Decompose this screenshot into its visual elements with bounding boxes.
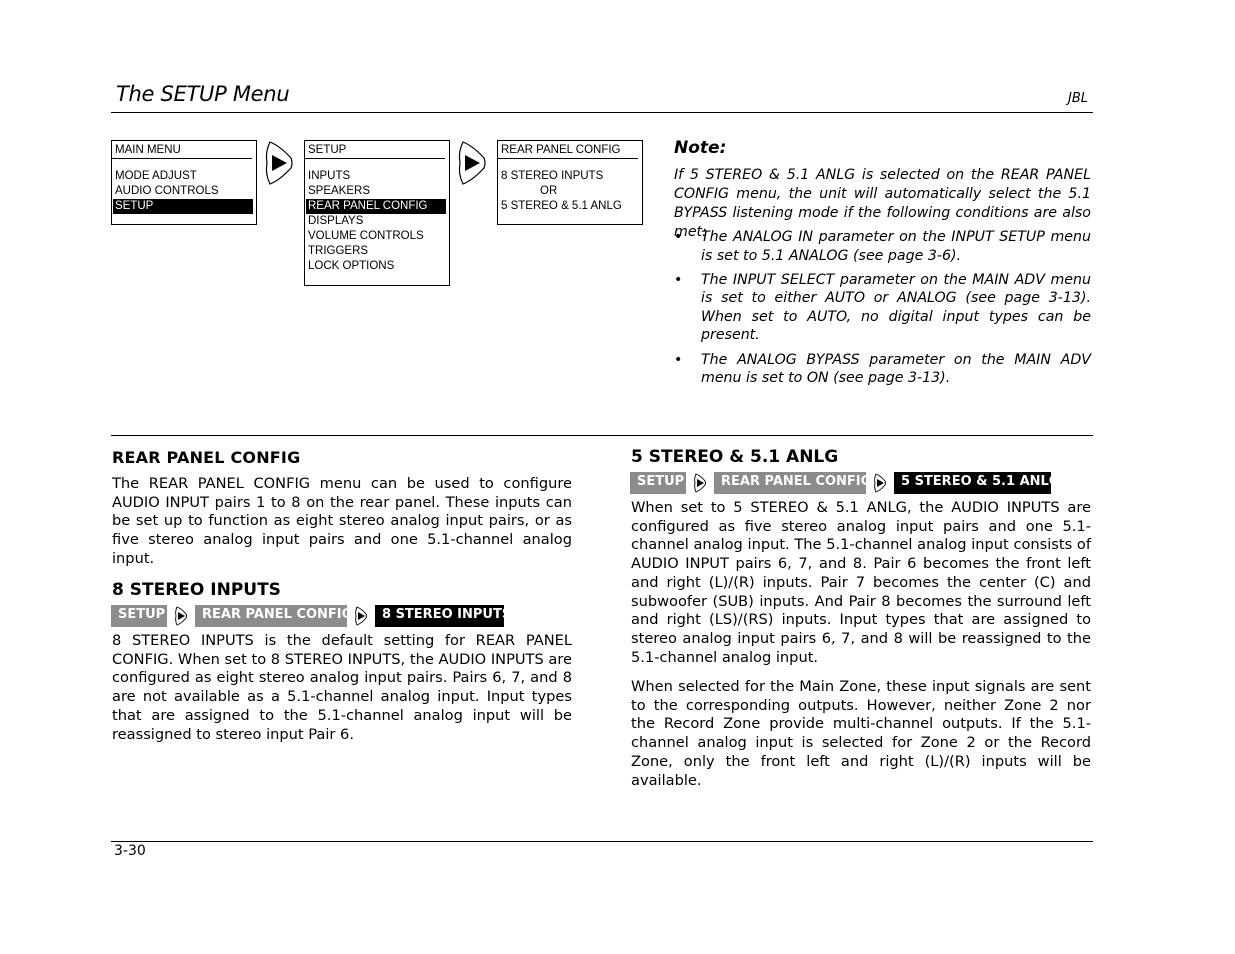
page-title: The SETUP Menu: [116, 82, 290, 106]
footer-rule: [111, 841, 1093, 842]
menu-header: SETUP: [305, 141, 445, 159]
bullet-icon: •: [674, 271, 683, 288]
menu-item-displays[interactable]: DISPLAYS: [305, 214, 446, 229]
menu-box-main: MAIN MENU MODE ADJUST AUDIO CONTROLS SET…: [111, 140, 257, 225]
breadcrumb-setup[interactable]: SETUP: [630, 472, 686, 494]
stereo5-body-1: When set to 5 STEREO & 5.1 ANLG, the AUD…: [631, 499, 1091, 666]
menu-header: MAIN MENU: [112, 141, 252, 159]
note-bullet-text: The ANALOG IN parameter on the INPUT SET…: [701, 229, 1091, 264]
bullet-icon: •: [674, 351, 683, 368]
stereo8-body: 8 STEREO INPUTS is the default setting f…: [112, 632, 572, 743]
breadcrumb-separator: [866, 472, 894, 494]
note-bullet: • The ANALOG BYPASS parameter on the MAIN…: [674, 351, 1091, 388]
menu-item-inputs[interactable]: INPUTS: [305, 169, 446, 184]
menu-item-volume-controls[interactable]: VOLUME CONTROLS: [305, 229, 446, 244]
note-bullet-text: The INPUT SELECT parameter on the MAIN A…: [701, 271, 1091, 344]
right-arrow-icon: [694, 473, 706, 493]
section-rule: [111, 435, 1093, 436]
menu-item-5-stereo-51-anlg[interactable]: 5 STEREO & 5.1 ANLG: [498, 199, 639, 214]
breadcrumb-5-stereo-51-anlg[interactable]: 5 STEREO & 5.1 ANLG: [894, 472, 1059, 494]
right-arrow-icon: [355, 606, 367, 626]
menu-item-triggers[interactable]: TRIGGERS: [305, 244, 446, 259]
menu-item-mode-adjust[interactable]: MODE ADJUST: [112, 169, 253, 184]
menu-item-speakers[interactable]: SPEAKERS: [305, 184, 446, 199]
right-arrow-icon: [175, 606, 187, 626]
page-number: 3-30: [114, 843, 146, 859]
breadcrumb-8-stereo-inputs[interactable]: 8 STEREO INPUTS: [375, 605, 511, 627]
note-bullet-list: • The ANALOG IN parameter on the INPUT SE…: [674, 228, 1091, 393]
stereo5-breadcrumb: SETUP REAR PANEL CONFIG 5 STEREO & 5.1 A…: [630, 472, 1059, 494]
menu-item-rear-panel-config[interactable]: REAR PANEL CONFIG: [306, 199, 446, 214]
breadcrumb-separator: [686, 472, 714, 494]
header-rule: [111, 112, 1093, 113]
menu-item-8-stereo-inputs[interactable]: 8 STEREO INPUTS: [498, 169, 639, 184]
right-arrow-icon: [874, 473, 886, 493]
menu-item-lock-options[interactable]: LOCK OPTIONS: [305, 259, 446, 274]
stereo5-body-2: When selected for the Main Zone, these i…: [631, 678, 1091, 789]
note-bullet: • The ANALOG IN parameter on the INPUT SE…: [674, 228, 1091, 265]
breadcrumb-rear-panel-config[interactable]: REAR PANEL CONFIG: [195, 605, 352, 627]
menu-box-rear-panel-config: REAR PANEL CONFIG 8 STEREO INPUTS OR 5 S…: [497, 140, 643, 225]
breadcrumb-setup[interactable]: SETUP: [111, 605, 167, 627]
note-title: Note:: [674, 138, 727, 158]
right-arrow-button-icon: [458, 141, 486, 185]
menu-header: REAR PANEL CONFIG: [498, 141, 638, 159]
brand-label: JBL: [1068, 91, 1088, 106]
menu-item-or: OR: [540, 185, 558, 197]
breadcrumb-separator: [347, 605, 375, 627]
stereo5-heading: 5 STEREO & 5.1 ANLG: [631, 447, 839, 467]
stereo8-breadcrumb: SETUP REAR PANEL CONFIG 8 STEREO INPUTS: [111, 605, 511, 627]
note-bullet-text: The ANALOG BYPASS parameter on the MAIN …: [701, 351, 1091, 387]
menu-box-setup: SETUP INPUTS SPEAKERS REAR PANEL CONFIG …: [304, 140, 450, 286]
menu-item-setup[interactable]: SETUP: [113, 199, 253, 214]
bullet-icon: •: [674, 229, 683, 245]
note-bullet: • The INPUT SELECT parameter on the MAIN …: [674, 271, 1091, 345]
rear-panel-body: The REAR PANEL CONFIG menu can be used t…: [112, 475, 572, 567]
menu-item-audio-controls[interactable]: AUDIO CONTROLS: [112, 184, 253, 199]
stereo8-heading: 8 STEREO INPUTS: [112, 580, 281, 600]
rear-panel-heading: REAR PANEL CONFIG: [112, 448, 301, 467]
breadcrumb-rear-panel-config[interactable]: REAR PANEL CONFIG: [714, 472, 871, 494]
breadcrumb-separator: [167, 605, 195, 627]
right-arrow-button-icon: [265, 141, 293, 185]
